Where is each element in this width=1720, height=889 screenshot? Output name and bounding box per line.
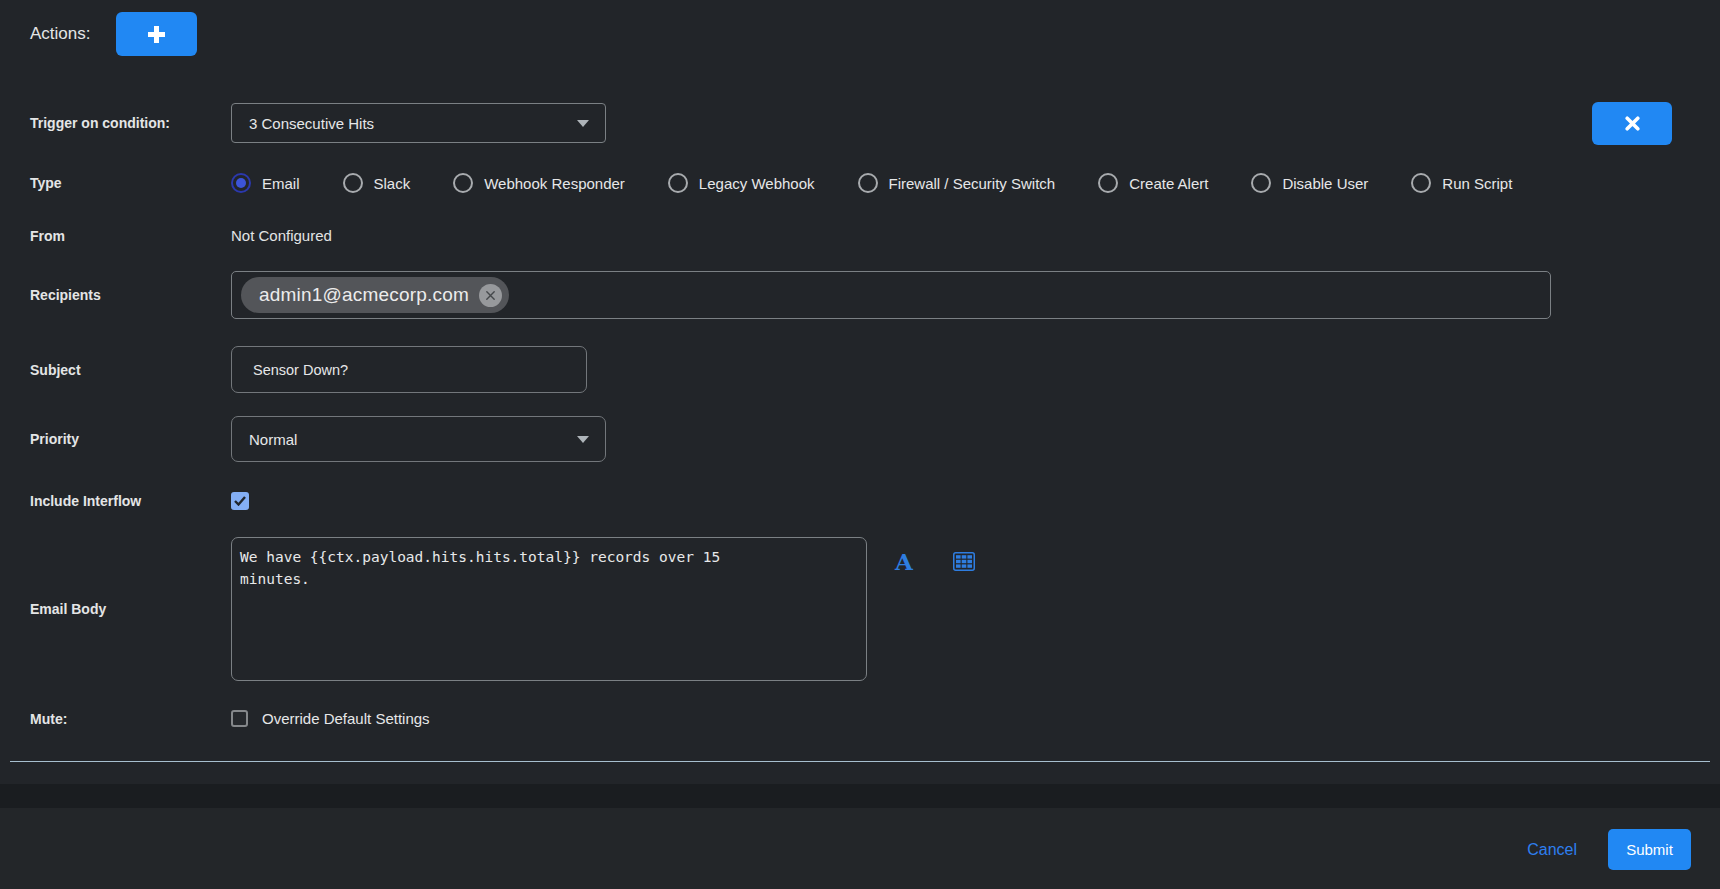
radio-selected-icon <box>231 173 251 193</box>
radio-webhook-responder[interactable]: Webhook Responder <box>453 173 625 193</box>
radio-create-alert[interactable]: Create Alert <box>1098 173 1208 193</box>
priority-value: Normal <box>249 431 297 448</box>
priority-select[interactable]: Normal <box>231 416 606 462</box>
radio-label: Webhook Responder <box>484 175 625 192</box>
radio-slack[interactable]: Slack <box>343 173 411 193</box>
trigger-value: 3 Consecutive Hits <box>249 115 374 132</box>
close-icon <box>1625 116 1640 131</box>
radio-icon <box>1251 173 1271 193</box>
radio-label: Firewall / Security Switch <box>889 175 1056 192</box>
radio-label: Legacy Webhook <box>699 175 815 192</box>
plus-icon <box>148 26 165 43</box>
from-value: Not Configured <box>231 227 332 244</box>
cancel-button[interactable]: Cancel <box>1527 841 1577 859</box>
radio-label: Email <box>262 175 300 192</box>
chevron-down-icon <box>577 436 589 443</box>
email-body-textarea[interactable]: We have {{ctx.payload.hits.hits.total}} … <box>231 537 867 681</box>
mute-option-label: Override Default Settings <box>262 710 430 727</box>
chevron-down-icon <box>577 120 589 127</box>
trigger-row: Trigger on condition: 3 Consecutive Hits <box>0 103 1720 143</box>
trigger-select[interactable]: 3 Consecutive Hits <box>231 103 606 143</box>
subject-value: Sensor Down? <box>253 362 348 378</box>
radio-firewall-security-switch[interactable]: Firewall / Security Switch <box>858 173 1056 193</box>
from-label: From <box>0 228 231 244</box>
radio-icon <box>1411 173 1431 193</box>
email-body-wrap: We have {{ctx.payload.hits.hits.total}} … <box>231 537 975 681</box>
submit-button[interactable]: Submit <box>1608 829 1691 870</box>
type-row: Type Email Slack Webhook Responder Legac… <box>0 173 1720 193</box>
chip-text: admin1@acmecorp.com <box>259 284 469 306</box>
from-row: From Not Configured <box>0 227 1720 244</box>
check-icon <box>234 496 246 506</box>
chip-remove-icon[interactable] <box>479 284 502 307</box>
remove-action-button[interactable] <box>1592 102 1672 145</box>
interflow-row: Include Interflow <box>0 492 1720 510</box>
radio-disable-user[interactable]: Disable User <box>1251 173 1368 193</box>
radio-icon <box>668 173 688 193</box>
radio-email[interactable]: Email <box>231 173 300 193</box>
subject-row: Subject Sensor Down? <box>0 346 1720 393</box>
radio-icon <box>343 173 363 193</box>
submit-label: Submit <box>1626 841 1673 858</box>
actions-label: Actions: <box>30 24 90 44</box>
subject-label: Subject <box>0 362 231 378</box>
add-action-button[interactable] <box>116 12 197 56</box>
font-style-icon[interactable]: A <box>895 550 913 573</box>
radio-label: Slack <box>374 175 411 192</box>
mute-label: Mute: <box>0 711 231 727</box>
priority-row: Priority Normal <box>0 416 1720 462</box>
radio-icon <box>858 173 878 193</box>
mute-checkbox-unchecked[interactable] <box>231 710 248 727</box>
recipients-label: Recipients <box>0 287 231 303</box>
interflow-checkbox-checked[interactable] <box>231 492 249 510</box>
radio-icon <box>453 173 473 193</box>
mute-option: Override Default Settings <box>231 710 430 727</box>
mute-row: Mute: Override Default Settings <box>0 710 1720 727</box>
radio-run-script[interactable]: Run Script <box>1411 173 1512 193</box>
radio-label: Run Script <box>1442 175 1512 192</box>
recipient-chip: admin1@acmecorp.com <box>241 277 509 313</box>
subject-input[interactable]: Sensor Down? <box>231 346 587 393</box>
priority-label: Priority <box>0 431 231 447</box>
recipients-row: Recipients admin1@acmecorp.com <box>0 271 1720 319</box>
footer-bar: Cancel Submit <box>0 808 1720 889</box>
body-toolbar: A <box>895 550 975 573</box>
radio-icon <box>1098 173 1118 193</box>
radio-label: Disable User <box>1282 175 1368 192</box>
interflow-label: Include Interflow <box>0 493 231 509</box>
recipients-input[interactable]: admin1@acmecorp.com <box>231 271 1551 319</box>
radio-legacy-webhook[interactable]: Legacy Webhook <box>668 173 815 193</box>
action-form-panel: Actions: Trigger on condition: 3 Consecu… <box>0 0 1720 784</box>
type-options: Email Slack Webhook Responder Legacy Web… <box>231 173 1512 193</box>
table-icon[interactable] <box>953 552 975 571</box>
type-label: Type <box>0 175 231 191</box>
divider <box>10 761 1710 762</box>
email-body-label: Email Body <box>0 601 231 617</box>
trigger-label: Trigger on condition: <box>0 115 231 131</box>
actions-header: Actions: <box>0 0 1720 56</box>
email-body-row: Email Body We have {{ctx.payload.hits.hi… <box>0 537 1720 681</box>
radio-label: Create Alert <box>1129 175 1208 192</box>
